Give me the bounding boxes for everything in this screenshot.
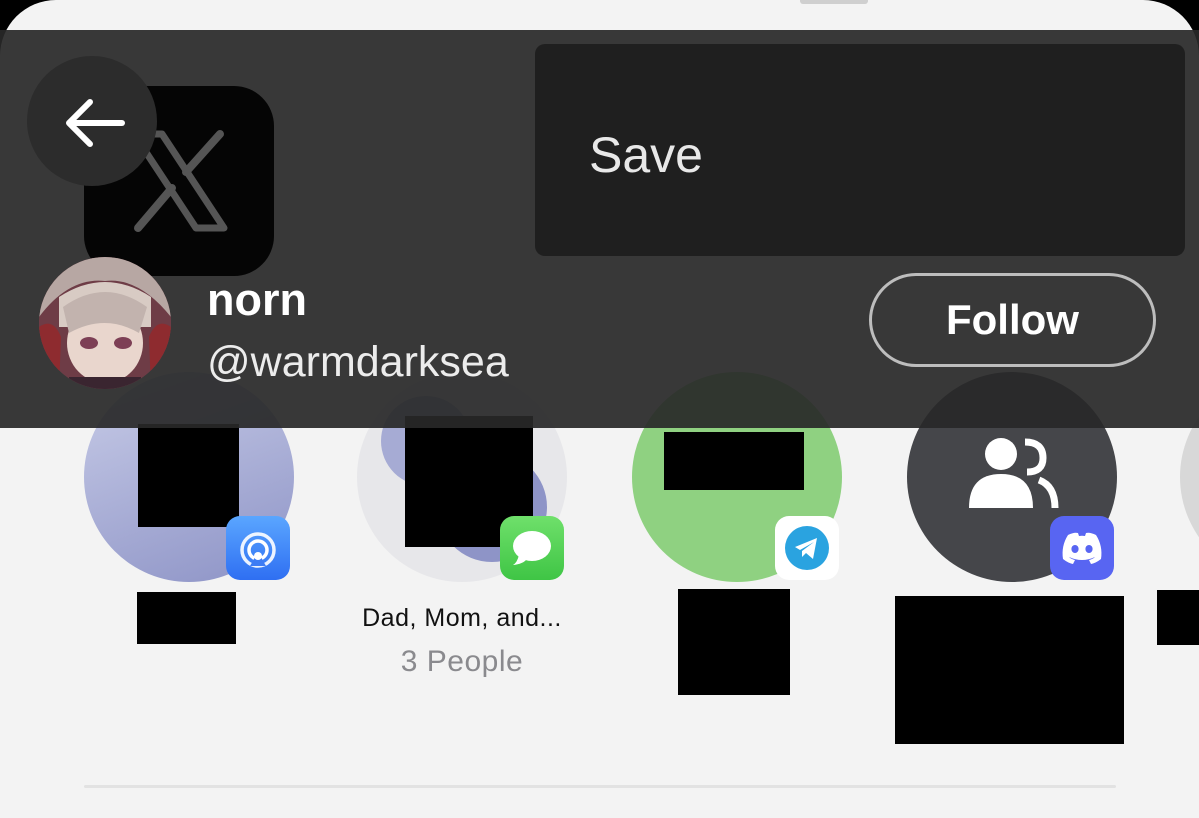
follow-button[interactable]: Follow — [869, 273, 1156, 367]
airdrop-icon — [226, 516, 290, 580]
context-menu: Save — [535, 44, 1185, 256]
arrow-left-icon — [66, 99, 125, 147]
section-divider — [84, 785, 1116, 788]
redacted-label — [678, 589, 790, 695]
redacted-label — [1157, 590, 1199, 645]
sheet-grabber[interactable] — [800, 0, 868, 4]
discord-icon — [1050, 516, 1114, 580]
messages-icon — [500, 516, 564, 580]
redacted-label — [895, 596, 1124, 744]
redacted-label — [137, 592, 236, 644]
telegram-icon — [775, 516, 839, 580]
redaction-box — [138, 424, 239, 527]
avatar[interactable] — [39, 257, 171, 389]
people-icon — [969, 438, 1059, 509]
redaction-box — [664, 432, 804, 490]
share-target-label: Dad, Mom, and... — [362, 604, 562, 632]
profile-name: norn — [207, 274, 307, 325]
menu-item-save[interactable]: Save — [589, 126, 703, 184]
profile-handle: @warmdarksea — [207, 338, 509, 386]
share-target-sublabel: 3 People — [400, 645, 524, 678]
